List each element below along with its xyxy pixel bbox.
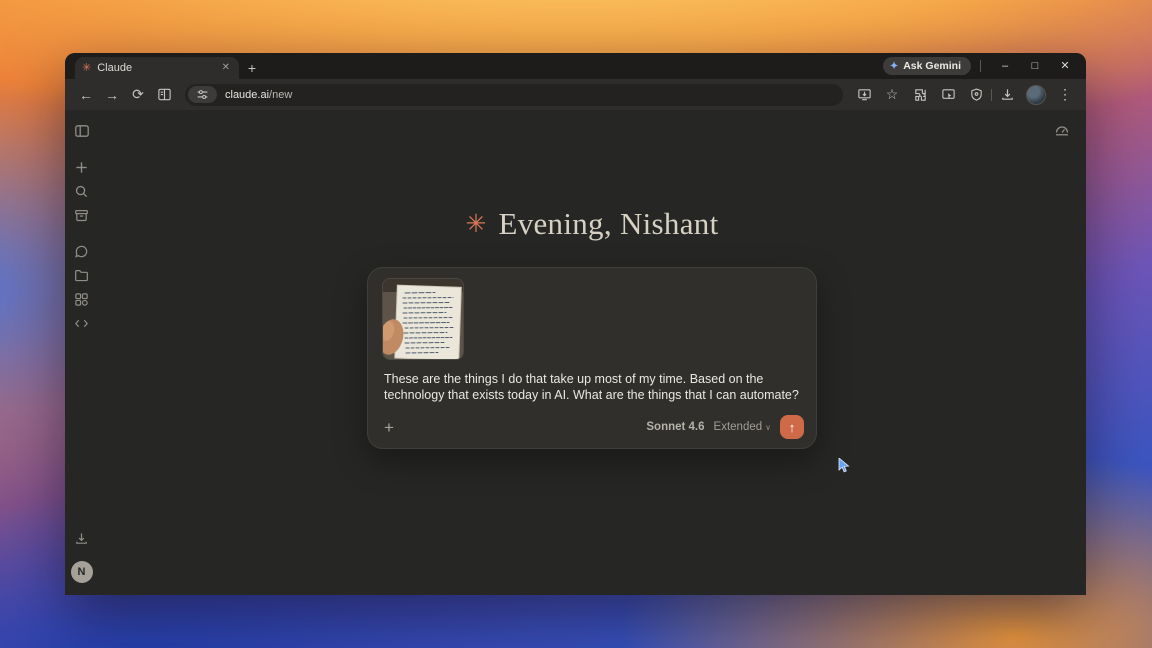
url-host: claude.ai [225, 88, 270, 101]
chat-composer[interactable]: These are the things I do that take up m… [367, 267, 817, 449]
tab-capture-icon [941, 89, 955, 99]
url-text: claude.ai/new [225, 89, 292, 101]
claude-main: ✳ Evening, Nishant These are the things … [98, 110, 1086, 595]
grid-icon [75, 292, 88, 306]
address-bar[interactable]: claude.ai/new [185, 83, 843, 106]
ask-gemini-button[interactable]: ✦ Ask Gemini [882, 57, 971, 75]
send-arrow-icon: ↑ [788, 419, 796, 435]
send-button[interactable]: ↑ [780, 415, 804, 439]
tab-capture-button[interactable] [935, 82, 961, 108]
close-button[interactable]: ✕ [1050, 53, 1080, 79]
greeting-text: Evening, Nishant [498, 206, 719, 241]
usage-meter-button[interactable] [1054, 122, 1070, 143]
plus-icon [76, 161, 87, 173]
projects-button[interactable] [71, 264, 93, 286]
install-app-icon [857, 89, 871, 101]
site-settings-icon [197, 90, 208, 99]
menu-kebab-button[interactable]: ⋮ [1052, 82, 1078, 108]
password-manager-icon [970, 88, 982, 101]
browser-tab-claude[interactable]: ✳ Claude ✕ [75, 57, 239, 79]
bookmark-star-button[interactable]: ☆ [879, 82, 905, 108]
new-tab-button[interactable]: + [239, 57, 265, 79]
folder-icon [75, 269, 88, 281]
usage-meter-icon [1055, 126, 1069, 136]
reading-mode-icon [157, 88, 171, 101]
profile-avatar[interactable] [1026, 84, 1046, 105]
site-settings-chip[interactable] [188, 86, 217, 103]
chats-button[interactable] [71, 240, 93, 262]
chat-bubble-icon [75, 245, 88, 258]
extensions-puzzle-icon [914, 89, 926, 101]
password-manager-button[interactable] [963, 82, 989, 108]
archive-box-icon [75, 209, 88, 221]
chevron-down-icon: ∨ [765, 422, 771, 432]
search-icon [75, 185, 88, 197]
browser-window: ✳ Claude ✕ + ✦ Ask Gemini – □ ✕ ← → ⟳ cl… [65, 53, 1086, 595]
toolbar-separator [991, 88, 992, 101]
install-app-button[interactable] [851, 82, 877, 108]
mouse-cursor [838, 458, 850, 473]
user-avatar[interactable]: N [70, 561, 93, 583]
search-button[interactable] [71, 180, 93, 202]
composer-toolbar: + Sonnet 4.6 Extended ∨ ↑ [384, 415, 804, 439]
sidebar-toggle-icon [74, 125, 89, 137]
tab-strip: ✳ Claude ✕ + ✦ Ask Gemini – □ ✕ [65, 53, 1086, 79]
attachment-thumbnail[interactable] [382, 278, 464, 360]
minimize-button[interactable]: – [990, 53, 1020, 79]
reading-mode-button[interactable] [151, 82, 177, 108]
model-selector[interactable]: Sonnet 4.6 [646, 421, 704, 433]
toolbar-actions: ☆ ⋮ [851, 82, 1078, 108]
tab-close-icon[interactable]: ✕ [220, 61, 232, 75]
reload-button[interactable]: ⟳ [125, 82, 151, 108]
desktop-wallpaper: ✳ Claude ✕ + ✦ Ask Gemini – □ ✕ ← → ⟳ cl… [0, 0, 1152, 648]
claude-page: N ✳ Evening, Nishant These are the thing… [65, 110, 1086, 595]
new-chat-button[interactable] [71, 156, 93, 178]
composer-message-text[interactable]: These are the things I do that take up m… [384, 371, 800, 403]
url-path: /new [269, 88, 293, 101]
code-icon [75, 319, 88, 327]
attach-button[interactable]: + [384, 419, 394, 436]
back-button[interactable]: ← [73, 82, 99, 108]
downloads-button[interactable] [994, 82, 1020, 108]
maximize-button[interactable]: □ [1020, 53, 1050, 79]
thinking-mode-selector[interactable]: Extended ∨ [714, 421, 771, 433]
forward-button[interactable]: → [99, 82, 125, 108]
sidebar-download-button[interactable] [71, 527, 93, 549]
tabstrip-separator [980, 60, 981, 72]
claude-sidebar: N [65, 110, 98, 595]
browser-toolbar: ← → ⟳ claude.ai/new ☆ ⋮ [65, 79, 1086, 110]
ask-gemini-label: Ask Gemini [903, 60, 961, 72]
download-icon [76, 532, 87, 544]
claude-favicon-icon: ✳ [82, 61, 92, 74]
window-controls: – □ ✕ [990, 53, 1080, 79]
extensions-puzzle-button[interactable] [907, 82, 933, 108]
thinking-mode-label: Extended [713, 421, 763, 433]
sidebar-toggle-button[interactable] [71, 120, 93, 142]
archive-button[interactable] [71, 204, 93, 226]
downloads-icon [1001, 89, 1013, 100]
handwritten-notes-image [383, 279, 463, 359]
code-button[interactable] [71, 312, 93, 334]
gemini-sparkle-icon: ✦ [889, 60, 899, 72]
artifacts-button[interactable] [71, 288, 93, 310]
greeting: ✳ Evening, Nishant [98, 206, 1086, 242]
tab-title: Claude [97, 62, 133, 74]
claude-logo-icon: ✳ [465, 209, 487, 238]
